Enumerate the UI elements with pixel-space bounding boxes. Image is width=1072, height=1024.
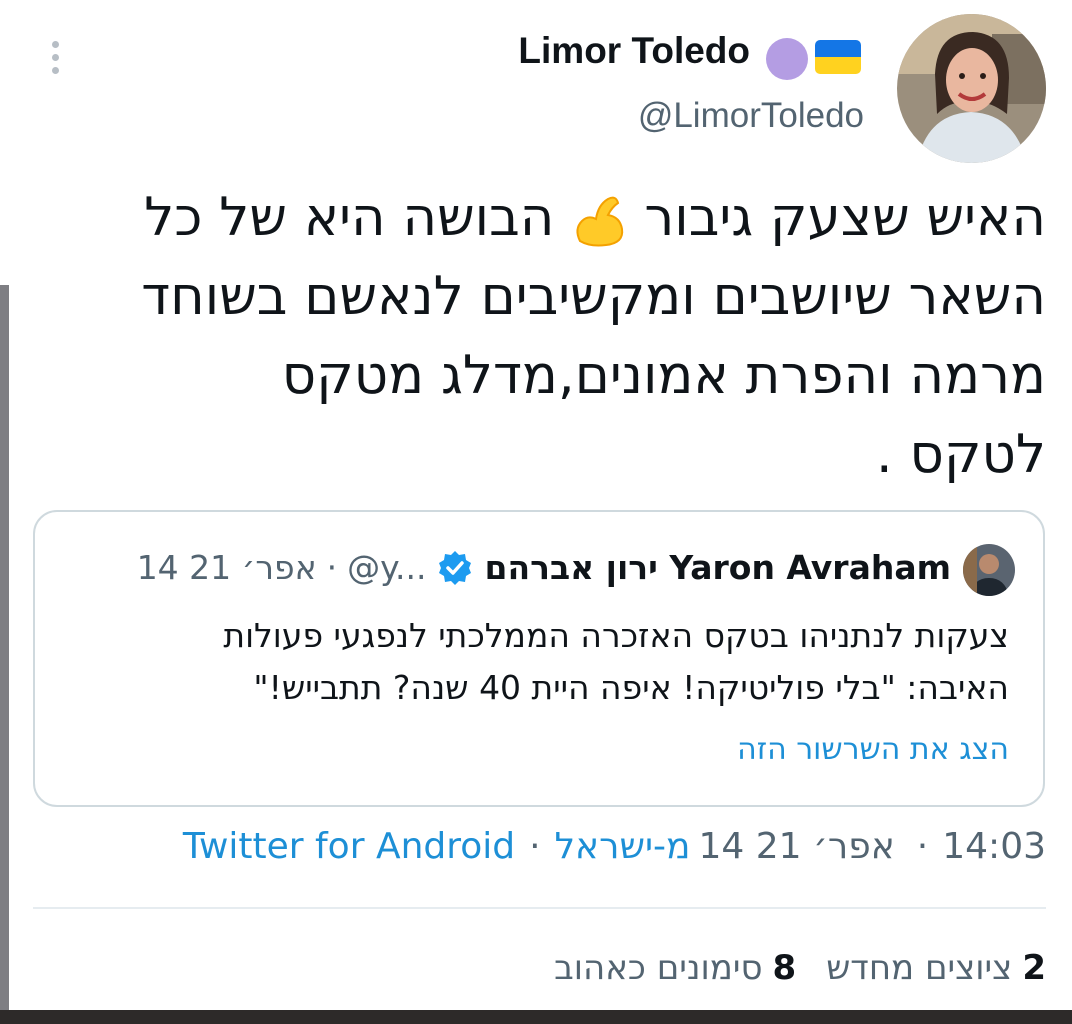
quoted-tweet-text: צעקות לנתניהו בטקס האזכרה הממלכתי לנפגעי… <box>59 610 1009 714</box>
likes-count: 8 <box>772 948 797 988</box>
quoted-tweet-card[interactable]: 14 אפר׳ 21 · @y... ירון אברהם Yaron Avra… <box>33 510 1045 807</box>
quoted-handle: @y... <box>347 548 427 587</box>
verified-badge-icon <box>436 549 474 587</box>
divider <box>33 907 1046 909</box>
retweets-label: ציוצים מחדש <box>826 948 1013 988</box>
meta-separator: · <box>529 826 541 867</box>
author-avatar[interactable] <box>897 14 1046 163</box>
tweet-text: האיש שצעק גיבורהבושה היא של כל השאר שיוש… <box>46 178 1046 494</box>
quoted-line-1: צעקות לנתניהו בטקס האזכרה הממלכתי לנפגעי… <box>223 616 1009 655</box>
purple-circle-icon <box>766 38 808 80</box>
tweet-line-4: לטקס . <box>875 424 1046 485</box>
likes-label: סימונים כאהוב <box>554 948 763 988</box>
bottom-navigation-strip <box>0 1010 1072 1024</box>
author-display-name[interactable]: Limor Toledo <box>518 30 750 72</box>
engagement-stats: 2ציוצים מחדש 8סימונים כאהוב <box>554 948 1046 988</box>
more-options-icon[interactable] <box>40 34 70 80</box>
meta-time: 14:03 <box>942 826 1046 867</box>
show-thread-link[interactable]: הצג את השרשור הזה <box>737 732 1009 767</box>
tweet-line-2: השאר שיושבים ומקשיבים לנאשם בשוחד <box>141 266 1046 327</box>
quoted-line-2: האיבה: "בלי פוליטיקה! איפה היית 40 שנה? … <box>253 668 1009 707</box>
retweets-count: 2 <box>1022 948 1046 988</box>
tweet-detail-screen: Limor Toledo @LimorToledo האיש שצעק גיבו… <box>0 0 1072 1024</box>
quoted-date: 14 אפר׳ 21 <box>136 548 317 587</box>
tweet-line-3: מרמה והפרת אמונים,מדלג מטקס <box>281 345 1046 406</box>
likes-stat[interactable]: 8סימונים כאהוב <box>554 948 796 988</box>
retweets-stat[interactable]: 2ציוצים מחדש <box>826 948 1046 988</box>
quoted-author-avatar[interactable] <box>963 544 1015 596</box>
tweet-line-1: האיש שצעק גיבורהבושה היא של כל <box>46 178 1046 257</box>
source-link[interactable]: Twitter for Android <box>183 826 515 867</box>
ukraine-flag-icon <box>815 40 861 74</box>
left-scroll-rail <box>0 285 9 1024</box>
tweet-meta-row: Twitter for Android · מ-ישראל 14 אפר׳ 21… <box>183 826 1046 867</box>
author-handle[interactable]: @LimorToledo <box>638 96 864 136</box>
location-link[interactable]: מ-ישראל <box>555 826 691 867</box>
quoted-author-name: ירון אברהם Yaron Avraham <box>484 548 951 587</box>
meta-separator: · <box>916 826 929 867</box>
quoted-tweet-header: 14 אפר׳ 21 · @y... ירון אברהם Yaron Avra… <box>137 548 951 587</box>
meta-date: 14 אפר׳ 21 <box>698 826 895 867</box>
flexed-biceps-icon <box>568 189 630 251</box>
quoted-separator: · <box>326 548 338 587</box>
